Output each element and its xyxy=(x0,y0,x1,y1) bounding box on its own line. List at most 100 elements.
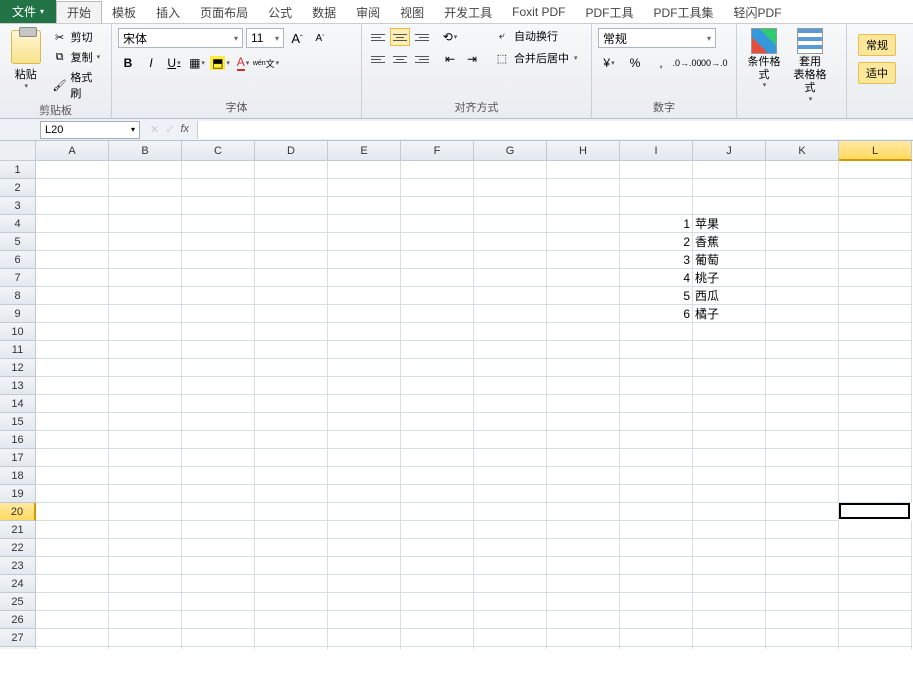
cell-D1[interactable] xyxy=(255,161,328,179)
cell-K18[interactable] xyxy=(766,467,839,485)
cell-A24[interactable] xyxy=(36,575,109,593)
cell-A13[interactable] xyxy=(36,377,109,395)
cell-J12[interactable] xyxy=(693,359,766,377)
cell-K28[interactable] xyxy=(766,647,839,649)
italic-button[interactable]: I xyxy=(141,53,161,73)
cell-L17[interactable] xyxy=(839,449,912,467)
cell-D7[interactable] xyxy=(255,269,328,287)
cell-K7[interactable] xyxy=(766,269,839,287)
cell-H2[interactable] xyxy=(547,179,620,197)
cell-F3[interactable] xyxy=(401,197,474,215)
cell-J13[interactable] xyxy=(693,377,766,395)
row-header-3[interactable]: 3 xyxy=(0,197,36,215)
cell-I4[interactable]: 1 xyxy=(620,215,693,233)
cell-C23[interactable] xyxy=(182,557,255,575)
cell-E26[interactable] xyxy=(328,611,401,629)
cell-I10[interactable] xyxy=(620,323,693,341)
cell-H3[interactable] xyxy=(547,197,620,215)
cell-F23[interactable] xyxy=(401,557,474,575)
fx-button[interactable]: fx xyxy=(180,123,189,136)
number-format-combo[interactable]: 常规 ▾ xyxy=(598,28,716,48)
cell-F5[interactable] xyxy=(401,233,474,251)
cell-C11[interactable] xyxy=(182,341,255,359)
cell-G14[interactable] xyxy=(474,395,547,413)
cell-A18[interactable] xyxy=(36,467,109,485)
cell-B10[interactable] xyxy=(109,323,182,341)
cell-H12[interactable] xyxy=(547,359,620,377)
cell-I14[interactable] xyxy=(620,395,693,413)
row-header-28[interactable]: 28 xyxy=(0,647,36,649)
cell-B20[interactable] xyxy=(109,503,182,521)
cell-I13[interactable] xyxy=(620,377,693,395)
cell-F18[interactable] xyxy=(401,467,474,485)
row-header-12[interactable]: 12 xyxy=(0,359,36,377)
align-top-button[interactable] xyxy=(368,28,388,46)
cell-J17[interactable] xyxy=(693,449,766,467)
decrease-indent-button[interactable]: ⇤ xyxy=(440,50,460,68)
row-header-18[interactable]: 18 xyxy=(0,467,36,485)
cell-A7[interactable] xyxy=(36,269,109,287)
cell-G10[interactable] xyxy=(474,323,547,341)
row-header-25[interactable]: 25 xyxy=(0,593,36,611)
cell-I20[interactable] xyxy=(620,503,693,521)
cell-I6[interactable]: 3 xyxy=(620,251,693,269)
cell-G16[interactable] xyxy=(474,431,547,449)
cell-L23[interactable] xyxy=(839,557,912,575)
cell-G27[interactable] xyxy=(474,629,547,647)
cell-D12[interactable] xyxy=(255,359,328,377)
cell-I8[interactable]: 5 xyxy=(620,287,693,305)
cell-G13[interactable] xyxy=(474,377,547,395)
row-header-22[interactable]: 22 xyxy=(0,539,36,557)
cell-F6[interactable] xyxy=(401,251,474,269)
cell-C4[interactable] xyxy=(182,215,255,233)
currency-button[interactable]: ¥▾ xyxy=(598,53,620,73)
cell-G2[interactable] xyxy=(474,179,547,197)
tab-home[interactable]: 开始 xyxy=(56,1,102,23)
row-header-24[interactable]: 24 xyxy=(0,575,36,593)
cell-E18[interactable] xyxy=(328,467,401,485)
cell-L8[interactable] xyxy=(839,287,912,305)
cell-G9[interactable] xyxy=(474,305,547,323)
cell-K21[interactable] xyxy=(766,521,839,539)
cell-I22[interactable] xyxy=(620,539,693,557)
cell-H9[interactable] xyxy=(547,305,620,323)
cell-D15[interactable] xyxy=(255,413,328,431)
cell-A11[interactable] xyxy=(36,341,109,359)
cell-I25[interactable] xyxy=(620,593,693,611)
cell-C22[interactable] xyxy=(182,539,255,557)
cell-D24[interactable] xyxy=(255,575,328,593)
orientation-button[interactable]: ⟲▾ xyxy=(440,28,460,46)
row-header-20[interactable]: 20 xyxy=(0,503,36,521)
tab-developer[interactable]: 开发工具 xyxy=(434,1,502,23)
cell-I12[interactable] xyxy=(620,359,693,377)
phonetic-button[interactable]: wén文▾ xyxy=(256,53,276,73)
cell-H28[interactable] xyxy=(547,647,620,649)
row-header-6[interactable]: 6 xyxy=(0,251,36,269)
cell-H19[interactable] xyxy=(547,485,620,503)
cell-E9[interactable] xyxy=(328,305,401,323)
cell-E22[interactable] xyxy=(328,539,401,557)
column-header-K[interactable]: K xyxy=(766,141,839,161)
row-header-21[interactable]: 21 xyxy=(0,521,36,539)
cell-E5[interactable] xyxy=(328,233,401,251)
cell-A6[interactable] xyxy=(36,251,109,269)
cell-H6[interactable] xyxy=(547,251,620,269)
cell-A14[interactable] xyxy=(36,395,109,413)
cell-D3[interactable] xyxy=(255,197,328,215)
cell-G6[interactable] xyxy=(474,251,547,269)
cell-B25[interactable] xyxy=(109,593,182,611)
cell-L4[interactable] xyxy=(839,215,912,233)
cell-C1[interactable] xyxy=(182,161,255,179)
cell-A1[interactable] xyxy=(36,161,109,179)
cell-J23[interactable] xyxy=(693,557,766,575)
cell-B1[interactable] xyxy=(109,161,182,179)
tab-view[interactable]: 视图 xyxy=(390,1,434,23)
cell-A5[interactable] xyxy=(36,233,109,251)
cell-L27[interactable] xyxy=(839,629,912,647)
increase-decimal-button[interactable]: .0→.00 xyxy=(676,53,698,73)
cell-A27[interactable] xyxy=(36,629,109,647)
cell-L9[interactable] xyxy=(839,305,912,323)
cell-H14[interactable] xyxy=(547,395,620,413)
row-header-7[interactable]: 7 xyxy=(0,269,36,287)
cell-I7[interactable]: 4 xyxy=(620,269,693,287)
